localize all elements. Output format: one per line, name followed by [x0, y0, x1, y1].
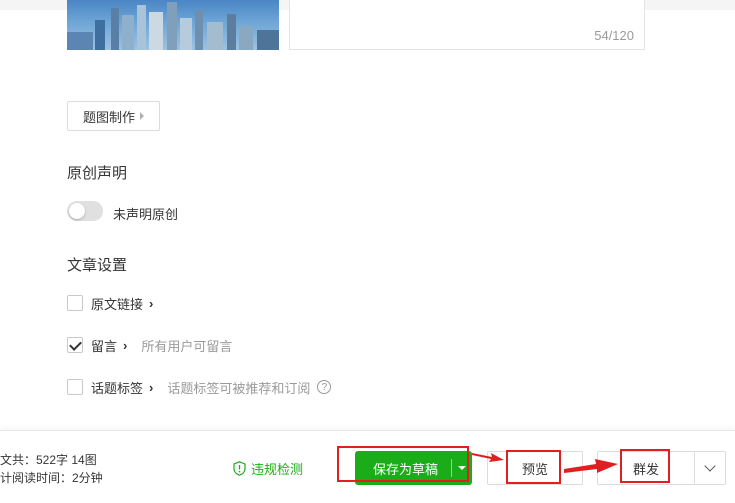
cover-image-thumbnail[interactable] [67, 0, 279, 50]
summary-textarea[interactable]: 54/120 [289, 0, 645, 50]
help-icon[interactable]: ? [317, 380, 332, 394]
original-link-checkbox[interactable] [67, 295, 83, 311]
toggle-knob [69, 203, 85, 219]
topic-tags-hint: 话题标签可被推荐和订阅 [167, 380, 311, 396]
original-toggle[interactable] [67, 201, 103, 221]
cover-make-button[interactable]: 题图制作 [67, 101, 160, 131]
topic-tags-checkbox[interactable] [67, 379, 83, 395]
city-skyline-image [67, 2, 279, 50]
read-time-stat: 计阅读时间：2分钟 [0, 471, 103, 485]
chevron-right-icon: › [149, 379, 154, 395]
mass-send-button[interactable]: 群发 [597, 451, 726, 485]
preview-button[interactable]: 预览 [487, 451, 583, 485]
violation-check-label: 违规检测 [251, 462, 304, 477]
comments-hint: 所有用户可留言 [141, 338, 233, 354]
article-stats: 文共：522字 14图 计阅读时间：2分钟 [0, 451, 103, 487]
mass-send-label: 群发 [632, 461, 659, 477]
summary-char-counter: 54/120 [594, 28, 634, 43]
cover-make-label: 题图制作 [82, 109, 135, 125]
setting-row-comments[interactable]: 留言 › 所有用户可留言 [67, 336, 232, 354]
setting-row-topic-tags[interactable]: 话题标签 › 话题标签可被推荐和订阅 ? [67, 378, 332, 396]
word-count-stat: 文共：522字 14图 [0, 453, 97, 467]
chevron-right-icon: › [149, 295, 154, 311]
triangle-right-icon [140, 112, 144, 120]
article-settings-title: 文章设置 [67, 257, 128, 274]
chevron-right-icon: › [123, 337, 128, 353]
comments-checkbox[interactable] [67, 337, 83, 353]
setting-row-original-link[interactable]: 原文链接 › [67, 294, 167, 312]
topic-tags-label: 话题标签 [91, 380, 144, 396]
original-link-label: 原文链接 [91, 296, 144, 312]
caret-down-icon [458, 466, 466, 470]
chevron-down-icon [704, 460, 716, 472]
save-draft-button[interactable]: 保存为草稿 [355, 451, 472, 485]
shield-icon [233, 461, 246, 476]
comments-label: 留言 [91, 338, 118, 354]
mass-send-dropdown[interactable] [695, 460, 725, 472]
original-toggle-label: 未声明原创 [113, 207, 179, 222]
save-draft-dropdown[interactable] [452, 466, 472, 470]
save-draft-label: 保存为草稿 [372, 461, 438, 477]
preview-label: 预览 [521, 461, 548, 477]
original-declaration-title: 原创声明 [67, 165, 128, 182]
violation-check-link[interactable]: 违规检测 [233, 459, 303, 478]
